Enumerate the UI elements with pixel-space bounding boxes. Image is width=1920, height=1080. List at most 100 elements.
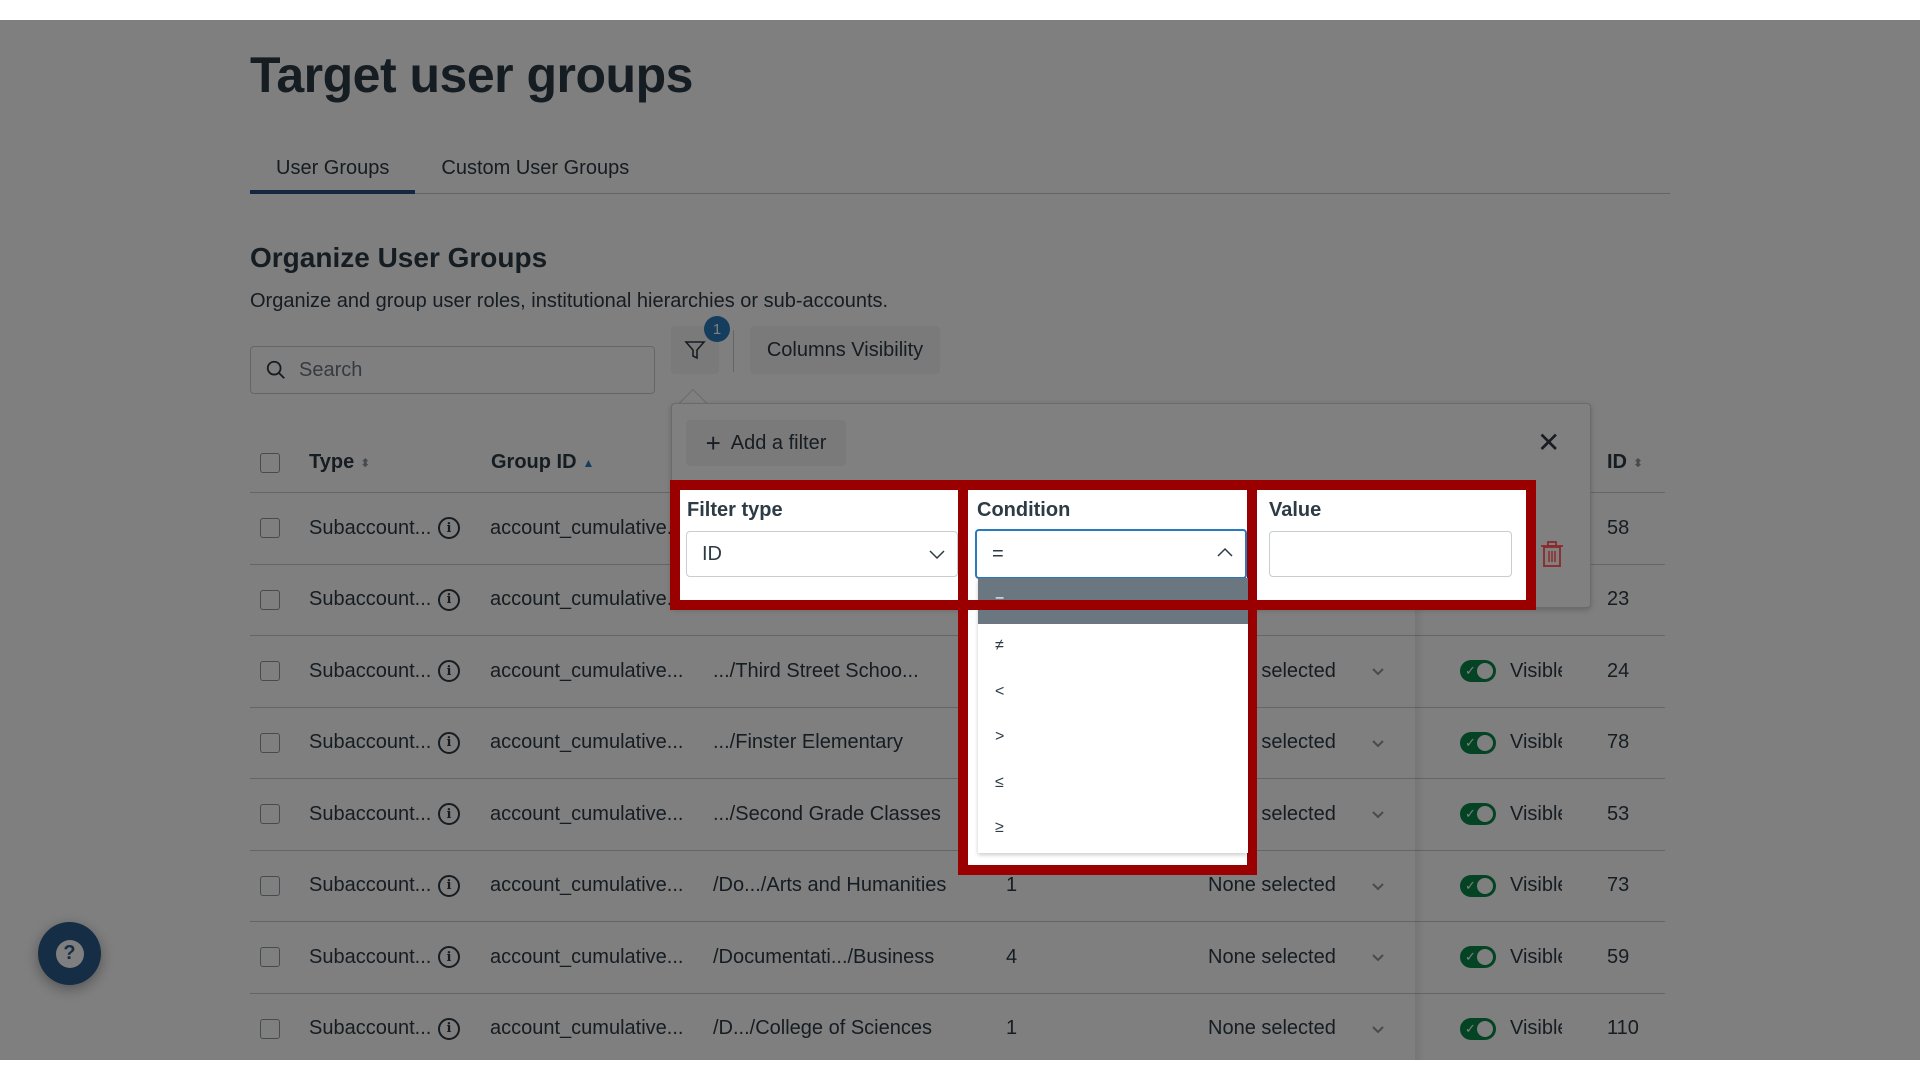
- condition-option[interactable]: ≥: [978, 806, 1248, 852]
- roles-cell: None selected: [1208, 874, 1336, 897]
- type-cell: Subaccount...: [309, 731, 432, 754]
- condition-option[interactable]: <: [978, 669, 1248, 715]
- path-cell: .../Third Street Schoo...: [713, 659, 919, 682]
- tab-list: User Groups Custom User Groups: [250, 150, 1670, 194]
- chevron-up-icon: [1217, 547, 1233, 557]
- search-input[interactable]: [299, 358, 639, 382]
- column-header-id[interactable]: ID ⬍: [1607, 451, 1643, 474]
- type-cell: Subaccount...: [309, 802, 432, 825]
- visibility-label: Visible: [1510, 802, 1562, 825]
- row-checkbox[interactable]: [260, 661, 280, 682]
- group-id-cell: account_cumulative...: [490, 516, 684, 539]
- filter-type-value: ID: [702, 542, 722, 565]
- close-icon[interactable]: ✕: [1537, 426, 1560, 459]
- id-cell: 78: [1607, 731, 1630, 754]
- info-icon[interactable]: i: [438, 946, 460, 969]
- select-all-checkbox[interactable]: [260, 452, 280, 473]
- visibility-toggle[interactable]: ✓: [1460, 660, 1496, 683]
- group-id-cell: account_cumulative...: [490, 659, 684, 682]
- question-icon: ?: [55, 939, 84, 968]
- path-cell: /Do.../Arts and Humanities: [713, 874, 947, 897]
- info-icon[interactable]: i: [438, 874, 460, 897]
- value-field[interactable]: [1269, 531, 1512, 577]
- visibility-toggle[interactable]: ✓: [1460, 946, 1496, 969]
- row-checkbox[interactable]: [260, 518, 280, 539]
- path-cell: /Documentati.../Business: [713, 945, 935, 968]
- column-header-type[interactable]: Type ⬍: [309, 451, 370, 474]
- row-checkbox[interactable]: [260, 875, 280, 896]
- column-header-group-id[interactable]: Group ID ▲: [491, 451, 594, 474]
- row-checkbox[interactable]: [260, 947, 280, 968]
- tab-user-groups[interactable]: User Groups: [250, 150, 416, 194]
- info-icon[interactable]: i: [438, 660, 460, 683]
- type-cell: Subaccount...: [309, 588, 432, 611]
- filter-type-select[interactable]: ID: [686, 531, 958, 577]
- visibility-toggle[interactable]: ✓: [1460, 803, 1496, 826]
- column-header-group-id-label: Group ID: [491, 451, 577, 473]
- id-cell: 73: [1607, 874, 1630, 897]
- toolbar-divider: [733, 330, 734, 372]
- info-icon[interactable]: i: [438, 588, 460, 611]
- info-icon[interactable]: i: [438, 1017, 460, 1040]
- condition-value: =: [992, 542, 1004, 565]
- filter-icon: [684, 341, 706, 360]
- trash-icon[interactable]: [1540, 540, 1564, 568]
- columns-visibility-button[interactable]: Columns Visibility: [750, 326, 940, 374]
- chevron-down-icon[interactable]: [1370, 949, 1386, 965]
- group-id-cell: account_cumulative...: [490, 874, 684, 897]
- chevron-down-icon[interactable]: [1370, 1021, 1386, 1037]
- chevron-down-icon[interactable]: [1370, 663, 1386, 679]
- group-id-cell: account_cumulative...: [490, 731, 684, 754]
- tab-custom-user-groups[interactable]: Custom User Groups: [415, 150, 655, 193]
- info-icon[interactable]: i: [438, 517, 460, 540]
- count-cell: 1: [1006, 1017, 1018, 1040]
- path-cell: /D.../College of Sciences: [713, 1017, 932, 1040]
- info-icon[interactable]: i: [438, 731, 460, 754]
- plus-icon: +: [705, 428, 721, 458]
- visibility-toggle[interactable]: ✓: [1460, 1017, 1496, 1040]
- id-cell: 59: [1607, 945, 1630, 968]
- roles-cell: None selected: [1208, 1017, 1336, 1040]
- row-checkbox[interactable]: [260, 589, 280, 610]
- add-filter-label: Add a filter: [730, 431, 827, 454]
- id-cell: 110: [1607, 1017, 1639, 1040]
- id-cell: 58: [1607, 516, 1630, 539]
- group-id-cell: account_cumulative...: [490, 588, 684, 611]
- count-cell: 1: [1006, 874, 1018, 897]
- sort-icon: ⬍: [1633, 455, 1644, 470]
- condition-option[interactable]: ≠: [978, 624, 1248, 670]
- help-button[interactable]: ?: [38, 922, 101, 985]
- sort-icon: ⬍: [360, 455, 371, 470]
- visibility-toggle[interactable]: ✓: [1460, 731, 1496, 754]
- group-id-cell: account_cumulative...: [490, 945, 684, 968]
- visibility-label: Visible: [1510, 945, 1562, 968]
- chevron-down-icon[interactable]: [1370, 878, 1386, 894]
- add-filter-button[interactable]: + Add a filter: [686, 420, 846, 466]
- visibility-toggle[interactable]: ✓: [1460, 874, 1496, 897]
- type-cell: Subaccount...: [309, 1017, 432, 1040]
- condition-select[interactable]: =: [975, 529, 1247, 579]
- condition-options-list: =≠<>≤≥: [978, 578, 1248, 853]
- type-cell: Subaccount...: [309, 659, 432, 682]
- row-checkbox[interactable]: [260, 1018, 280, 1039]
- section-title: Organize User Groups: [250, 242, 548, 273]
- visibility-label: Visible: [1510, 874, 1562, 897]
- chevron-down-icon[interactable]: [1370, 735, 1386, 751]
- count-cell: 4: [1006, 945, 1018, 968]
- value-input[interactable]: [1270, 532, 1511, 576]
- filter-type-label: Filter type: [687, 499, 783, 521]
- path-cell: .../Finster Elementary: [713, 731, 904, 754]
- sort-ascending-icon: ▲: [582, 455, 595, 470]
- page-title: Target user groups: [250, 47, 693, 103]
- condition-label: Condition: [977, 499, 1071, 521]
- condition-option[interactable]: ≤: [978, 760, 1248, 806]
- column-header-id-label: ID: [1607, 451, 1627, 473]
- row-checkbox[interactable]: [260, 804, 280, 825]
- info-icon[interactable]: i: [438, 803, 460, 826]
- chevron-down-icon[interactable]: [1370, 806, 1386, 822]
- condition-option[interactable]: >: [978, 715, 1248, 761]
- path-cell: .../Second Grade Classes: [713, 802, 941, 825]
- group-id-cell: account_cumulative...: [490, 802, 684, 825]
- search-field[interactable]: [250, 346, 655, 394]
- row-checkbox[interactable]: [260, 732, 280, 753]
